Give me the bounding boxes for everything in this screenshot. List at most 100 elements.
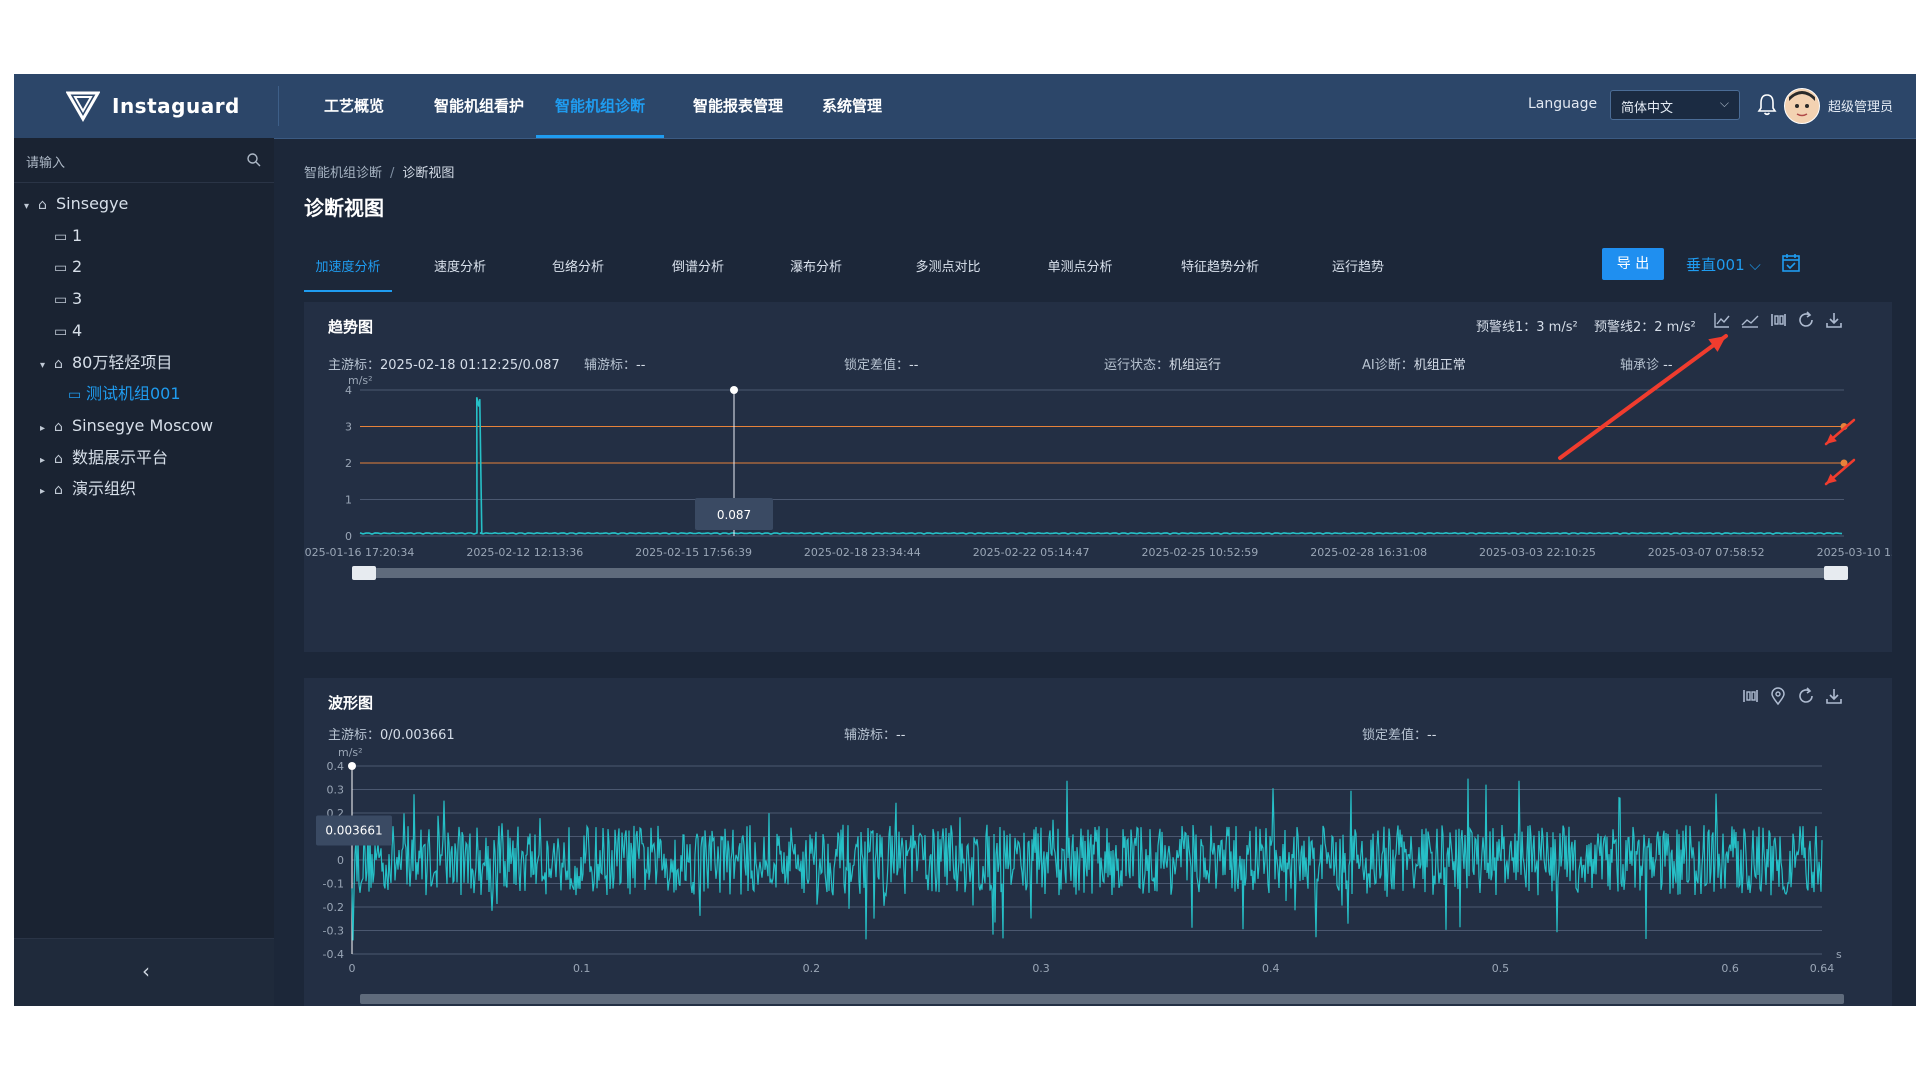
tree-node-label: Sinsegye Moscow	[72, 415, 214, 435]
x-tick-label: 2025-02-15 17:56:39	[635, 546, 752, 559]
trend-title: 趋势图	[328, 318, 374, 336]
x-tick-label: 2025-03-03 22:10:25	[1479, 546, 1596, 559]
pin-icon[interactable]	[1768, 686, 1788, 706]
trend-series-line	[359, 397, 1843, 535]
machine-icon: ▭	[68, 387, 82, 404]
y-tick-label: 0	[337, 854, 344, 867]
brand-logo[interactable]: Instaguard	[66, 88, 240, 124]
tree-node[interactable]: ▭ 3	[54, 287, 82, 311]
tab-run-trend[interactable]: 运行趋势	[1320, 254, 1396, 290]
lock-diff: 锁定差值：--	[844, 358, 919, 373]
download-icon[interactable]	[1824, 310, 1844, 330]
language-select[interactable]: 简体中文 ⌵	[1610, 90, 1740, 120]
zoom-slider-track	[360, 568, 1844, 578]
main-cursor-handle	[730, 386, 738, 394]
waveform-chart[interactable]: m/s²-0.4-0.3-0.2-0.100.10.20.30.400.10.2…	[304, 746, 1892, 1006]
bank-icon: ⌂	[38, 197, 47, 213]
search-icon[interactable]	[246, 152, 262, 168]
line-chart-icon[interactable]	[1712, 310, 1732, 330]
waveform-panel: 波形图 主游标：0/0.003661 辅游标：-- 锁定差值：-- m/s² -0…	[304, 678, 1892, 1006]
top-nav: Instaguard 工艺概览 智能机组看护 智能机组诊断 智能报表管理 系统管…	[14, 74, 1916, 139]
language-value: 简体中文	[1621, 101, 1674, 116]
calendar-icon[interactable]	[1780, 252, 1802, 274]
menu-system-management[interactable]: 系统管理	[810, 74, 894, 138]
wave-lock-diff: 锁定差值：--	[1362, 728, 1437, 743]
collapse-icon[interactable]: ‹	[142, 959, 150, 983]
zoom-slider-right-handle	[1824, 566, 1848, 580]
bell-icon[interactable]	[1756, 92, 1778, 116]
refresh-icon[interactable]	[1796, 686, 1816, 706]
tab-multi-point[interactable]: 多测点对比	[900, 254, 996, 290]
caret-right-icon[interactable]: ▸	[40, 449, 54, 473]
tab-feature-trend[interactable]: 特征趋势分析	[1164, 254, 1276, 290]
tree-search[interactable]: 请输入	[14, 138, 274, 183]
x-tick-label: 0.4	[1262, 962, 1280, 975]
x-axis-unit: s	[1836, 948, 1842, 961]
channel-select[interactable]: 垂直001 ⌵	[1686, 254, 1761, 275]
y-tick-label: 1	[345, 494, 352, 507]
tree-node-label: 3	[72, 289, 83, 309]
warning-line-2: 预警线2：2 m/s²	[1594, 320, 1696, 335]
y-axis-unit: m/s²	[338, 746, 363, 759]
tree-node-label: 1	[72, 225, 83, 245]
tab-single-point[interactable]: 单测点分析	[1032, 254, 1128, 290]
tab-envelope[interactable]: 包络分析	[540, 254, 616, 290]
avatar[interactable]	[1784, 88, 1820, 124]
download-icon[interactable]	[1824, 686, 1844, 706]
menu-unit-diagnosis[interactable]: 智能机组诊断	[536, 74, 664, 138]
tree-node-label: 演示组织	[72, 479, 137, 499]
tree-node[interactable]: ▭ 2	[54, 255, 82, 279]
export-button[interactable]: 导 出	[1602, 248, 1664, 280]
tree-node[interactable]: ▸ ⌂ 演示组织	[40, 477, 136, 501]
caret-down-icon[interactable]: ▾	[24, 195, 38, 219]
tree-node[interactable]: ▭ 测试机组001	[68, 382, 181, 406]
zoom-slider-left-handle	[352, 566, 376, 580]
y-tick-label: 3	[345, 421, 352, 434]
caret-right-icon[interactable]: ▸	[40, 417, 54, 441]
x-tick-label: 0.1	[573, 962, 591, 975]
menu-process-overview[interactable]: 工艺概览	[314, 74, 394, 138]
username[interactable]: 超级管理员	[1828, 96, 1893, 115]
tab-cepstrum[interactable]: 倒谱分析	[660, 254, 736, 290]
caret-down-icon[interactable]: ▾	[40, 354, 54, 378]
machine-icon: ▭	[54, 260, 68, 277]
y-tick-label: 2	[345, 457, 352, 470]
x-tick-label: 0.2	[803, 962, 821, 975]
sidebar-collapse-bar[interactable]: ‹	[14, 938, 274, 1006]
tab-velocity[interactable]: 速度分析	[422, 254, 498, 290]
bank-icon: ⌂	[54, 482, 63, 499]
tree-node[interactable]: ▸ ⌂ Sinsegye Moscow	[40, 414, 213, 438]
x-tick-label: 2025-01-16 17:20:34	[304, 546, 414, 559]
breadcrumb-separator: /	[390, 166, 395, 181]
breadcrumb-current: 诊断视图	[402, 166, 455, 181]
wave-cursor-value-label: 0.003661	[325, 823, 382, 837]
app-window: Instaguard 工艺概览 智能机组看护 智能机组诊断 智能报表管理 系统管…	[14, 74, 1916, 1006]
warning-line-1: 预警线1：3 m/s²	[1476, 320, 1578, 335]
bars-icon[interactable]	[1768, 310, 1788, 330]
menu-unit-care[interactable]: 智能机组看护	[424, 74, 534, 138]
breadcrumb-parent[interactable]: 智能机组诊断	[304, 166, 382, 181]
tab-acceleration[interactable]: 加速度分析	[304, 254, 392, 292]
tab-waterfall[interactable]: 瀑布分析	[778, 254, 854, 290]
brand-name: Instaguard	[112, 94, 240, 118]
wave-zoom-slider-track	[360, 994, 1844, 1004]
bars-icon[interactable]	[1740, 686, 1760, 706]
tree-node[interactable]: ▾ ⌂ Sinsegye	[24, 192, 128, 216]
sidebar: 请输入 ▾ ⌂ Sinsegye ▭ 1 ▭ 2 ▭ 3 ▭ 4 ▾ ⌂ 80万轻烃项目 ▭ 测试机组001 ▸…	[14, 138, 274, 1006]
chevron-down-icon: ⌵	[1719, 96, 1729, 110]
tree-node[interactable]: ▭ 1	[54, 224, 82, 248]
tree-node[interactable]: ▾ ⌂ 80万轻烃项目	[40, 351, 172, 375]
refresh-icon[interactable]	[1796, 310, 1816, 330]
tree-node[interactable]: ▸ ⌂ 数据展示平台	[40, 446, 168, 470]
caret-right-icon[interactable]: ▸	[40, 480, 54, 504]
cursor-value-label: 0.087	[717, 508, 751, 522]
tree-node-label: 4	[72, 320, 83, 340]
x-tick-label: 0.5	[1492, 962, 1510, 975]
ai-diagnosis: AI诊断：机组正常	[1362, 358, 1466, 373]
y-tick-label: 0.4	[327, 760, 345, 773]
trend-icon[interactable]	[1740, 310, 1760, 330]
menu-report-management[interactable]: 智能报表管理	[682, 74, 794, 138]
y-tick-label: 0.3	[327, 784, 345, 797]
tree-node[interactable]: ▭ 4	[54, 319, 82, 343]
trend-chart[interactable]: m/s²012342025-01-16 17:20:34 2025-02-12 1…	[304, 372, 1892, 652]
